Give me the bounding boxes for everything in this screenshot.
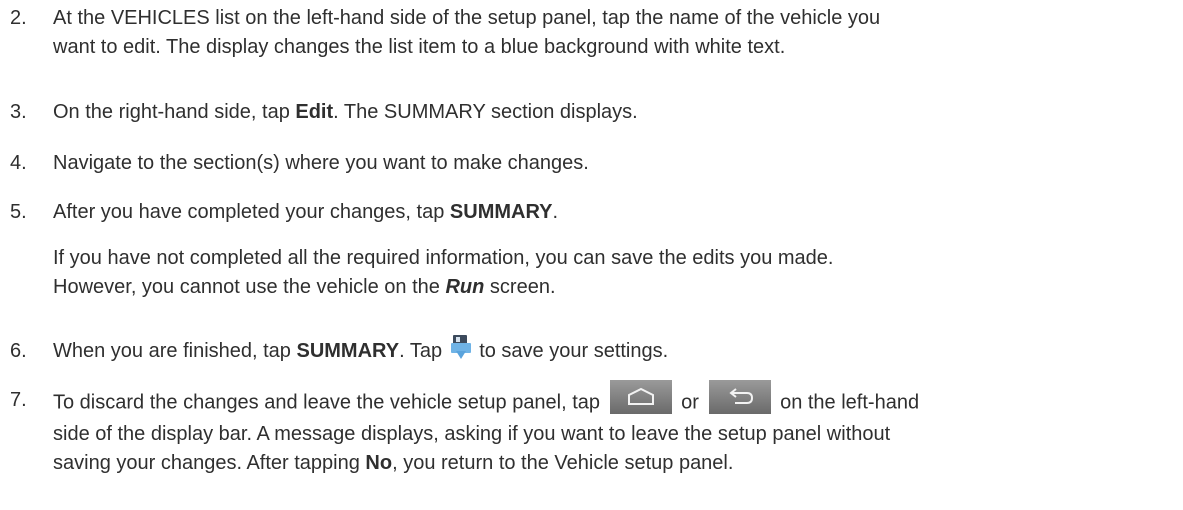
step-number: 7.	[10, 389, 27, 411]
run-keyword: Run	[445, 276, 485, 298]
summary-keyword: SUMMARY	[449, 201, 553, 223]
step-text-line: want to edit. The display changes the li…	[53, 36, 786, 58]
note-line: If you have not completed all the requir…	[53, 247, 834, 269]
step-text: Navigate to the section(s) where you wan…	[53, 152, 589, 174]
step-text: At the VEHICLES list on the left-hand si…	[53, 4, 1173, 62]
step-text-line: saving your changes. After tapping No, y…	[53, 452, 734, 474]
no-keyword: No	[365, 452, 393, 474]
edit-keyword: Edit	[295, 101, 334, 123]
step-text: On the right-hand side, tap Edit. The SU…	[53, 101, 638, 123]
step-text: When you are finished, tap SUMMARY. Tap …	[53, 334, 1173, 366]
step-number: 5.	[10, 201, 27, 223]
save-settings-icon	[450, 334, 472, 360]
note-line: However, you cannot use the vehicle on t…	[53, 276, 556, 298]
step-text-line: At the VEHICLES list on the left-hand si…	[53, 7, 881, 29]
step-text: After you have completed your changes, t…	[53, 201, 559, 223]
step-number: 6.	[10, 340, 27, 362]
back-button-icon	[708, 380, 771, 414]
step-note: If you have not completed all the requir…	[53, 244, 1173, 302]
step-number: 4.	[10, 152, 27, 174]
summary-keyword: SUMMARY	[296, 340, 400, 362]
step-number: 3.	[10, 101, 27, 123]
step-number: 2.	[10, 7, 27, 29]
step-text: To discard the changes and leave the veh…	[53, 380, 1173, 478]
home-button-icon	[609, 380, 672, 414]
step-text-line: To discard the changes and leave the veh…	[53, 380, 1173, 420]
step-text-line: side of the display bar. A message displ…	[53, 423, 891, 445]
